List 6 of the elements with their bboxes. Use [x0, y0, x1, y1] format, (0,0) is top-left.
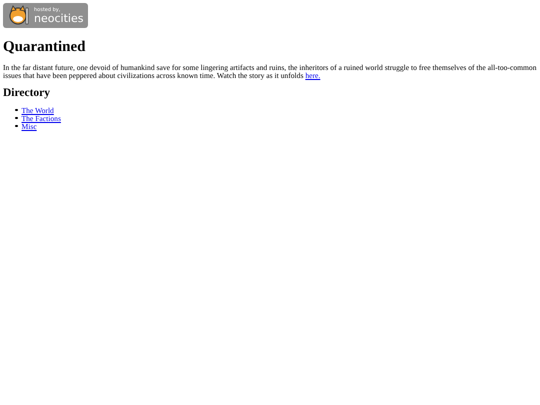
- section-heading: Directory: [3, 87, 52, 99]
- badge-logo-text: neocities: [34, 12, 84, 24]
- bullet-icon: [15, 116, 18, 120]
- bullet-icon: [15, 108, 18, 112]
- page-title: Quarantined: [3, 39, 87, 56]
- bullet-icon: [15, 124, 18, 128]
